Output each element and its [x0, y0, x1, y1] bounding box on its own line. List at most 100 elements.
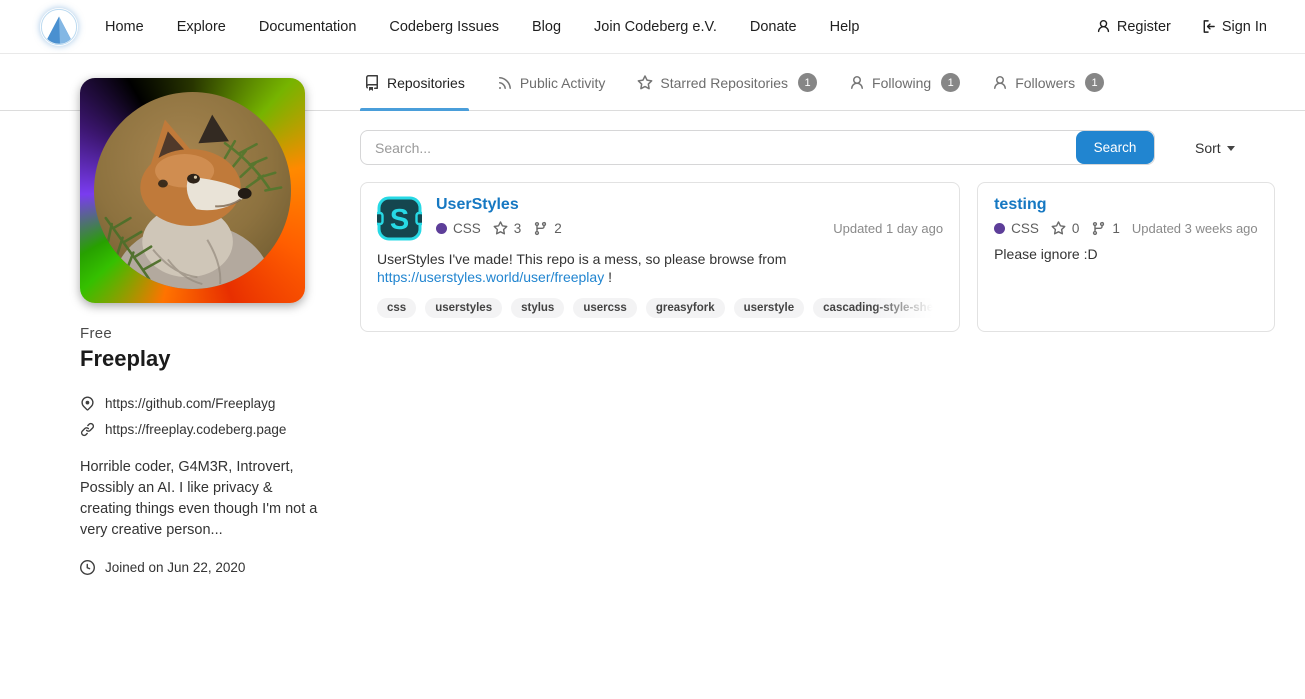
- fork-count: 2: [554, 221, 562, 236]
- tab-following[interactable]: Following 1: [845, 55, 964, 110]
- updated-timestamp: Updated 3 weeks ago: [1132, 221, 1258, 236]
- repo-description-link[interactable]: https://userstyles.world/user/freeplay: [377, 269, 604, 285]
- location-pin-icon: [80, 396, 95, 411]
- repo-card-header: S UserStyles CSS 3: [377, 196, 943, 241]
- tab-repositories[interactable]: Repositories: [360, 55, 469, 110]
- star-count: 0: [1072, 221, 1080, 236]
- language-color-dot: [436, 223, 447, 234]
- rss-icon: [497, 75, 513, 91]
- topic-tag[interactable]: usercss: [573, 298, 636, 318]
- sign-in-button[interactable]: Sign In: [1201, 19, 1267, 35]
- profile-sidebar: Free Freeplay https://github.com/Freepla…: [80, 325, 322, 586]
- profile-location: https://github.com/Freeplayg: [105, 396, 275, 411]
- nav-link-donate[interactable]: Donate: [750, 19, 797, 35]
- repo-description: UserStyles I've made! This repo is a mes…: [377, 250, 943, 287]
- profile-tabs: Repositories Public Activity Starred Rep…: [360, 55, 1108, 110]
- profile-website-row: https://freeplay.codeberg.page: [80, 422, 322, 437]
- tab-label: Public Activity: [520, 75, 606, 91]
- fox-photo: [94, 92, 291, 289]
- repo-head-main: testing CSS 0 1 Updated 3 weeks ago: [994, 196, 1258, 236]
- profile-location-row: https://github.com/Freeplayg: [80, 396, 322, 411]
- fork-icon: [533, 221, 548, 236]
- profile-website-link[interactable]: https://freeplay.codeberg.page: [105, 422, 286, 437]
- person-icon: [1096, 19, 1111, 34]
- topic-tag[interactable]: userstyle: [734, 298, 805, 318]
- person-icon: [992, 75, 1008, 91]
- main-content: Search Sort S UserStyles: [360, 130, 1247, 332]
- user-avatar-photo: [94, 92, 291, 289]
- nav-link-blog[interactable]: Blog: [532, 19, 561, 35]
- starred-count-badge: 1: [798, 73, 817, 92]
- sign-in-label: Sign In: [1222, 19, 1267, 35]
- topic-tag[interactable]: stylus: [511, 298, 564, 318]
- star-count: 3: [514, 221, 522, 236]
- codeberg-mountain-icon: [40, 8, 78, 46]
- link-icon: [80, 422, 95, 437]
- tab-label: Starred Repositories: [660, 75, 788, 91]
- register-button[interactable]: Register: [1096, 19, 1171, 35]
- language-label: CSS: [453, 221, 481, 236]
- repo-stats: CSS 3 2 Updated 1 day ago: [436, 221, 943, 236]
- codeberg-logo[interactable]: [40, 8, 78, 46]
- tab-public-activity[interactable]: Public Activity: [493, 55, 610, 110]
- repo-search-row: Search Sort: [360, 130, 1247, 165]
- updated-timestamp: Updated 1 day ago: [833, 221, 943, 236]
- top-navbar: Home Explore Documentation Codeberg Issu…: [0, 0, 1305, 54]
- fork-icon: [1091, 221, 1106, 236]
- register-label: Register: [1117, 19, 1171, 35]
- person-icon: [849, 75, 865, 91]
- sort-label: Sort: [1195, 140, 1221, 156]
- tab-label: Followers: [1015, 75, 1075, 91]
- username: Freeplay: [80, 346, 322, 372]
- svg-text:S: S: [390, 204, 409, 236]
- repo-description-text: UserStyles I've made! This repo is a mes…: [377, 251, 786, 267]
- profile-joined-row: Joined on Jun 22, 2020: [80, 560, 322, 575]
- followers-count-badge: 1: [1085, 73, 1104, 92]
- nav-link-join-codeberg[interactable]: Join Codeberg e.V.: [594, 19, 717, 35]
- following-count-badge: 1: [941, 73, 960, 92]
- nav-link-explore[interactable]: Explore: [177, 19, 226, 35]
- sort-dropdown[interactable]: Sort: [1195, 140, 1235, 156]
- repo-book-icon: [364, 75, 380, 91]
- repo-description: Please ignore :D: [994, 245, 1258, 263]
- nav-link-codeberg-issues[interactable]: Codeberg Issues: [389, 19, 499, 35]
- repo-description-suffix: !: [604, 269, 612, 285]
- repo-avatar: S: [377, 196, 422, 241]
- repo-link[interactable]: testing: [994, 196, 1046, 214]
- repo-topics: css userstyles stylus usercss greasyfork…: [377, 298, 943, 318]
- search-input[interactable]: [361, 131, 1154, 164]
- profile-bio: Horrible coder, G4M3R, Introvert, Possib…: [80, 457, 322, 541]
- sign-in-icon: [1201, 19, 1216, 34]
- nav-auth-area: Register Sign In: [1096, 19, 1267, 35]
- nav-link-documentation[interactable]: Documentation: [259, 19, 357, 35]
- userstyles-logo-icon: S: [377, 196, 422, 241]
- tab-followers[interactable]: Followers 1: [988, 55, 1108, 110]
- star-icon: [1051, 221, 1066, 236]
- chevron-down-icon: [1227, 146, 1235, 151]
- tab-label: Following: [872, 75, 931, 91]
- user-avatar: [80, 78, 305, 303]
- topic-tag[interactable]: cascading-style-she: [813, 298, 943, 318]
- star-icon: [493, 221, 508, 236]
- topic-tag[interactable]: css: [377, 298, 416, 318]
- nav-link-home[interactable]: Home: [105, 19, 144, 35]
- repo-stats: CSS 0 1 Updated 3 weeks ago: [994, 221, 1258, 236]
- search-box: Search: [360, 130, 1155, 165]
- repo-card-userstyles: S UserStyles CSS 3: [360, 182, 960, 332]
- tab-label: Repositories: [387, 75, 465, 91]
- language-color-dot: [994, 223, 1005, 234]
- fork-count: 1: [1112, 221, 1120, 236]
- topic-tag[interactable]: userstyles: [425, 298, 502, 318]
- star-icon: [637, 75, 653, 91]
- repository-list: S UserStyles CSS 3: [360, 182, 1247, 332]
- tab-starred-repositories[interactable]: Starred Repositories 1: [633, 55, 821, 110]
- repo-head-main: UserStyles CSS 3 2 Updated 1 day ago: [436, 196, 943, 241]
- search-button[interactable]: Search: [1076, 131, 1154, 164]
- topic-tag[interactable]: greasyfork: [646, 298, 725, 318]
- nav-link-help[interactable]: Help: [830, 19, 860, 35]
- clock-icon: [80, 560, 95, 575]
- repo-link[interactable]: UserStyles: [436, 196, 519, 214]
- language-label: CSS: [1011, 221, 1039, 236]
- nav-links: Home Explore Documentation Codeberg Issu…: [105, 19, 859, 35]
- repo-card-testing: testing CSS 0 1 Updated 3 weeks ago Plea…: [977, 182, 1275, 332]
